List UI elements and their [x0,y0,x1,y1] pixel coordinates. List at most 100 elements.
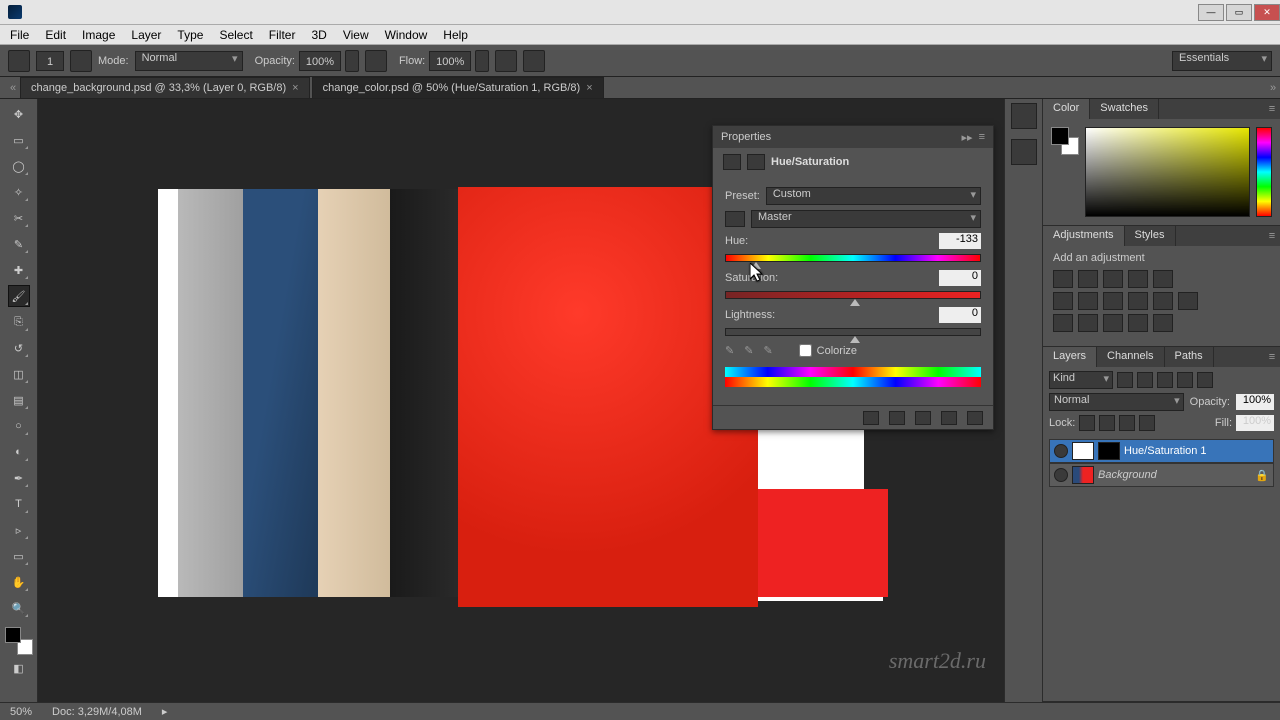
sat-value[interactable]: 0 [939,270,981,286]
adj-mixer[interactable] [1153,292,1173,310]
channel-select[interactable]: Master [751,210,981,228]
hue-strip[interactable] [1256,127,1272,217]
clip-to-layer[interactable] [863,411,879,425]
preset-select[interactable]: Custom [766,187,981,205]
healing-tool[interactable]: ✚ [8,259,30,281]
gradient-tool[interactable]: ▤ [8,389,30,411]
menu-3d[interactable]: 3D [303,26,334,44]
stamp-tool[interactable]: ⎘ [8,311,30,333]
menu-edit[interactable]: Edit [37,26,74,44]
filter-pixel[interactable] [1117,372,1133,388]
filter-smart[interactable] [1197,372,1213,388]
maximize-button[interactable]: ▭ [1226,4,1252,21]
quickmask-toggle[interactable]: ◧ [8,657,30,679]
lock-image[interactable] [1099,415,1115,431]
brush-panel-toggle[interactable] [70,50,92,72]
menu-file[interactable]: File [2,26,37,44]
fg-bg-colors[interactable] [5,627,33,655]
paths-tab[interactable]: Paths [1165,347,1214,367]
reset-adj[interactable] [915,411,931,425]
filter-adjust[interactable] [1137,372,1153,388]
tab-scroll-left[interactable]: « [10,77,20,98]
brush-tool[interactable]: 🖌 [8,285,30,307]
eraser-tool[interactable]: ◫ [8,363,30,385]
hand-tool[interactable]: ✋ [8,571,30,593]
menu-help[interactable]: Help [435,26,476,44]
doc-tab-1[interactable]: change_background.psd @ 33,3% (Layer 0, … [20,77,310,98]
history-brush-tool[interactable]: ↺ [8,337,30,359]
color-panel-menu[interactable]: ≡ [1264,99,1280,119]
filter-type[interactable] [1157,372,1173,388]
menu-layer[interactable]: Layer [123,26,169,44]
brush-size-picker[interactable]: 1 [36,51,64,71]
adj-bw[interactable] [1103,292,1123,310]
path-select-tool[interactable]: ▹ [8,519,30,541]
lock-all[interactable] [1139,415,1155,431]
light-value[interactable]: 0 [939,307,981,323]
layer-opacity-value[interactable]: 100% [1236,394,1274,410]
styles-tab[interactable]: Styles [1125,226,1176,246]
wand-tool[interactable]: ✧ [8,181,30,203]
menu-filter[interactable]: Filter [261,26,304,44]
lock-position[interactable] [1119,415,1135,431]
view-previous[interactable] [889,411,905,425]
layer-thumb[interactable] [1072,466,1094,484]
layers-tab[interactable]: Layers [1043,347,1097,367]
doc-tab-2[interactable]: change_color.psd @ 50% (Hue/Saturation 1… [312,77,604,98]
adj-curves[interactable] [1103,270,1123,288]
doc-info-arrow[interactable]: ▸ [162,705,168,718]
pen-tool[interactable]: ✒ [8,467,30,489]
toggle-visibility[interactable] [941,411,957,425]
workspace-select[interactable]: Essentials [1172,51,1272,71]
layer-filter-kind[interactable]: Kind [1049,371,1113,389]
zoom-level[interactable]: 50% [10,706,32,718]
light-slider[interactable] [725,328,981,336]
panel-menu-icon[interactable]: ≡ [979,131,985,144]
adj-exposure[interactable] [1128,270,1148,288]
dodge-tool[interactable]: ◐ [8,441,30,463]
fill-value[interactable]: 100% [1236,415,1274,431]
layer-huesaturation[interactable]: Hue/Saturation 1 [1049,439,1274,463]
move-tool[interactable]: ✥ [8,103,30,125]
history-panel-icon[interactable] [1011,103,1037,129]
adj-vibrance[interactable] [1153,270,1173,288]
sat-slider[interactable] [725,291,981,299]
visibility-toggle[interactable] [1054,444,1068,458]
channels-tab[interactable]: Channels [1097,347,1164,367]
eyedropper-sub-icon[interactable]: ✎ [763,344,772,357]
shape-tool[interactable]: ▭ [8,545,30,567]
flow-dropdown[interactable] [475,50,489,72]
type-tool[interactable]: T [8,493,30,515]
tab-scroll-right[interactable]: » [1270,77,1280,98]
menu-select[interactable]: Select [211,26,260,44]
adjustments-tab[interactable]: Adjustments [1043,226,1125,246]
swatches-tab[interactable]: Swatches [1090,99,1159,119]
mask-icon[interactable] [747,154,765,170]
eyedropper-add-icon[interactable]: ✎ [744,344,753,357]
flow-value[interactable]: 100% [429,51,471,71]
adj-gradmap[interactable] [1128,314,1148,332]
zoom-tool[interactable]: 🔍 [8,597,30,619]
filter-shape[interactable] [1177,372,1193,388]
adj-selcolor[interactable] [1153,314,1173,332]
adj-posterize[interactable] [1078,314,1098,332]
properties-panel-icon[interactable] [1011,139,1037,165]
color-field[interactable] [1085,127,1250,217]
menu-window[interactable]: Window [377,26,436,44]
targeted-adj-icon[interactable] [725,211,745,227]
brush-size-value[interactable]: 1 [36,51,64,71]
layer-name[interactable]: Hue/Saturation 1 [1124,445,1207,457]
adj-panel-menu[interactable]: ≡ [1264,226,1280,246]
lock-transparent[interactable] [1079,415,1095,431]
adj-photofilter[interactable] [1128,292,1148,310]
mode-select[interactable]: Normal [135,51,243,71]
doc-tab-1-close[interactable]: × [292,82,298,94]
eyedropper-tool[interactable]: ✎ [8,233,30,255]
crop-tool[interactable]: ✂ [8,207,30,229]
lasso-tool[interactable]: ◯ [8,155,30,177]
menu-image[interactable]: Image [74,26,123,44]
hue-slider[interactable] [725,254,981,262]
menu-type[interactable]: Type [169,26,211,44]
visibility-toggle[interactable] [1054,468,1068,482]
menu-view[interactable]: View [335,26,377,44]
